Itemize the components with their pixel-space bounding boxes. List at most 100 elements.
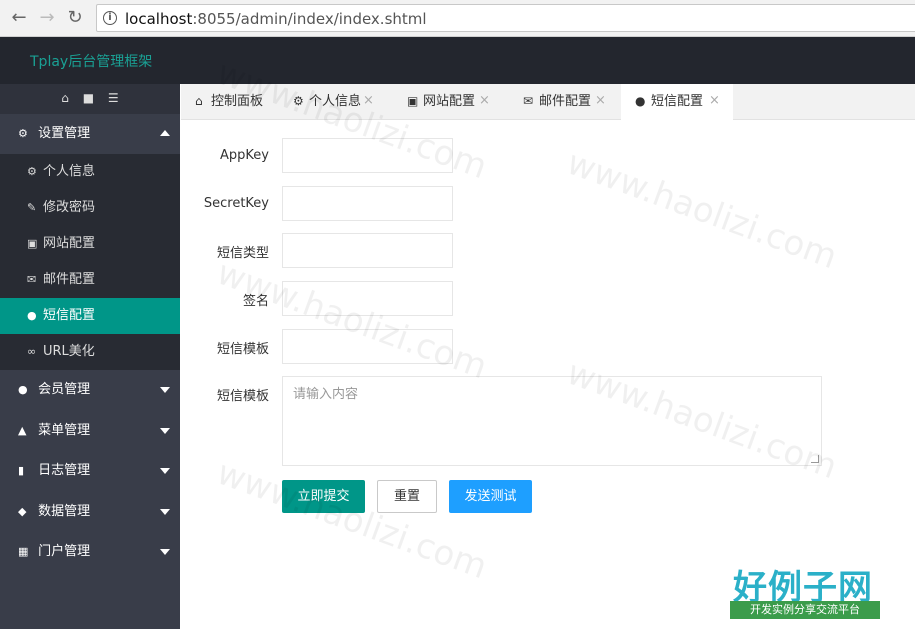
comment-icon: ● (27, 309, 37, 322)
back-arrow-icon[interactable]: ← (8, 8, 30, 30)
secretkey-input[interactable] (282, 186, 453, 221)
sidebar-item-label: 短信配置 (43, 308, 96, 323)
sidebar-item-label: URL美化 (43, 344, 95, 359)
textarea-placeholder: 请输入内容 (293, 387, 359, 402)
sidebar-item-website[interactable]: ▣ 网站配置 (0, 226, 180, 262)
grid-icon: ▦ (18, 545, 29, 558)
caret-down-icon (160, 468, 170, 474)
tab-profile[interactable]: ⚙ 个人信息 × (279, 84, 393, 120)
sitemap-icon: ▲ (18, 423, 27, 437)
tab-label: 个人信息 (309, 94, 362, 109)
sidebar-group-logs[interactable]: ▮ 日志管理 (0, 451, 180, 492)
trash-icon[interactable]: ■ (83, 84, 94, 112)
user-icon: ● (18, 383, 28, 396)
watermark-logo-subtitle: 开发实例分享交流平台 (730, 601, 880, 619)
sidebar-group-portal[interactable]: ▦ 门户管理 (0, 532, 180, 573)
sidebar-groups: ● 会员管理 ▲ 菜单管理 ▮ 日志管理 ◆ 数据管理 ▦ 门户管理 (0, 370, 180, 573)
submit-button[interactable]: 立即提交 (282, 480, 365, 513)
menu-icon[interactable]: ☰ (108, 84, 119, 112)
tab-label: 控制面板 (211, 94, 264, 109)
reset-button[interactable]: 重置 (377, 480, 437, 513)
forward-arrow-icon[interactable]: → (36, 8, 58, 30)
sidebar-group-label: 门户管理 (38, 544, 91, 559)
sidebar-group-label: 数据管理 (38, 503, 91, 519)
envelope-icon: ✉ (27, 273, 37, 286)
reload-icon[interactable]: ↻ (64, 8, 86, 30)
gear-icon: ⚙ (27, 165, 37, 178)
sidebar-group-members[interactable]: ● 会员管理 (0, 370, 180, 411)
desktop-icon: ▣ (407, 94, 419, 108)
sidebar-item-label: 修改密码 (43, 200, 96, 215)
template-input[interactable] (282, 329, 453, 364)
sidebar: ⌂ ■ ☰ ⚙ 设置管理 ⚙ 个人信息 ✎ 修改密码 ▣ 网站配置 ✉ 邮件配置 ● 短信… (0, 84, 180, 629)
settings-submenu: ⚙ 个人信息 ✎ 修改密码 ▣ 网站配置 ✉ 邮件配置 ● 短信配置 ∞ URL美化 (0, 154, 180, 370)
tab-sms[interactable]: ● 短信配置 × (621, 84, 733, 121)
home-icon[interactable]: ⌂ (61, 84, 69, 112)
caret-down-icon (160, 549, 170, 555)
close-icon[interactable]: × (479, 84, 490, 118)
gear-icon: ⚙ (293, 94, 304, 108)
template-label: 短信模板 (216, 342, 269, 357)
url-host: localhost (125, 10, 193, 28)
sidebar-toolbar: ⌂ ■ ☰ (0, 84, 180, 114)
sidebar-item-email[interactable]: ✉ 邮件配置 (0, 262, 180, 298)
gears-icon: ⚙ (18, 127, 28, 140)
tab-website[interactable]: ▣ 网站配置 × (393, 84, 509, 120)
sidebar-item-label: 个人信息 (43, 164, 96, 179)
brand-title: Tplay后台管理框架 (30, 54, 153, 70)
sidebar-item-password[interactable]: ✎ 修改密码 (0, 190, 180, 226)
close-icon[interactable]: × (709, 84, 720, 118)
book-icon: ▮ (18, 464, 25, 477)
envelope-icon: ✉ (523, 94, 534, 108)
close-icon[interactable]: × (595, 84, 606, 118)
caret-down-icon (160, 427, 170, 434)
tab-dashboard[interactable]: ⌂ 控制面板 (181, 84, 279, 120)
sms-type-label: 短信类型 (216, 246, 269, 261)
watermark-text: www.haolizi.com (211, 252, 493, 388)
watermark-text: www.haolizi.com (211, 452, 493, 588)
sidebar-group-data[interactable]: ◆ 数据管理 (0, 492, 180, 533)
address-bar[interactable]: i localhost:8055/admin/index/index.shtml (96, 4, 915, 32)
appkey-label: AppKey (220, 148, 269, 163)
watermark-text: www.haolizi.com (561, 142, 843, 278)
appkey-input[interactable] (282, 138, 453, 173)
resize-handle[interactable] (811, 455, 819, 463)
comment-icon: ● (635, 94, 646, 108)
tab-email[interactable]: ✉ 邮件配置 × (509, 84, 621, 120)
close-icon[interactable]: × (363, 84, 374, 118)
edit-icon: ✎ (27, 201, 37, 214)
url-text[interactable]: localhost:8055/admin/index/index.shtml (125, 10, 427, 28)
sidebar-group-settings[interactable]: ⚙ 设置管理 (0, 114, 180, 154)
sign-label: 签名 (242, 294, 269, 309)
tab-bar: ⌂ 控制面板 ⚙ 个人信息 × ▣ 网站配置 × ✉ 邮件配置 × ● 短信配置 × (181, 84, 915, 121)
sidebar-group-label: 设置管理 (38, 126, 91, 141)
url-path: :8055/admin/index/index.shtml (192, 10, 427, 28)
info-icon[interactable]: i (103, 11, 117, 25)
sign-input[interactable] (282, 281, 453, 316)
cubes-icon: ◆ (18, 504, 27, 518)
secretkey-label: SecretKey (203, 196, 269, 211)
sidebar-item-label: 邮件配置 (43, 272, 96, 287)
home-icon: ⌂ (195, 94, 203, 108)
tab-label: 邮件配置 (539, 94, 592, 109)
sidebar-group-label: 菜单管理 (38, 422, 91, 438)
desktop-icon: ▣ (27, 237, 38, 250)
send-test-button[interactable]: 发送测试 (449, 480, 532, 513)
sidebar-item-sms[interactable]: ● 短信配置 (0, 298, 180, 334)
template-textarea[interactable]: 请输入内容 (282, 376, 822, 466)
sidebar-item-url[interactable]: ∞ URL美化 (0, 334, 180, 370)
tab-label: 网站配置 (423, 94, 476, 109)
sidebar-item-label: 网站配置 (43, 236, 96, 251)
top-header: Tplay后台管理框架 (0, 37, 915, 84)
caret-down-icon (160, 508, 170, 515)
sidebar-item-profile[interactable]: ⚙ 个人信息 (0, 154, 180, 190)
link-icon: ∞ (27, 345, 37, 358)
caret-down-icon (160, 387, 170, 393)
sidebar-group-label: 会员管理 (38, 382, 91, 397)
sidebar-group-menus[interactable]: ▲ 菜单管理 (0, 411, 180, 452)
caret-up-icon (160, 130, 170, 136)
browser-toolbar: ← → ↻ i localhost:8055/admin/index/index… (0, 0, 915, 37)
sidebar-group-label: 日志管理 (38, 463, 91, 478)
tab-label: 短信配置 (651, 94, 704, 109)
sms-type-input[interactable] (282, 233, 453, 268)
